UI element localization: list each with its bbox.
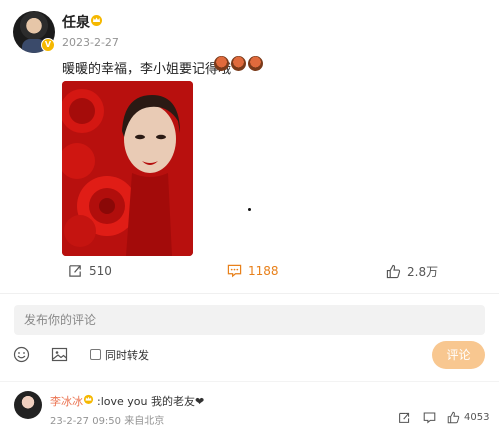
forward-button[interactable]: 510: [68, 263, 112, 278]
verified-badge-icon: V: [41, 38, 55, 52]
cake-emoji-icon: [248, 56, 263, 71]
like-button[interactable]: 2.8万: [386, 263, 438, 280]
post-date[interactable]: 2023-2-27: [62, 36, 119, 49]
post-text: 暖暖的幸福，李小姐要记得哦: [62, 62, 232, 77]
comment-input[interactable]: 发布你的评论: [14, 305, 485, 335]
comment-text: :love you 我的老友❤: [97, 395, 205, 408]
comment-like-button[interactable]: 4053: [447, 411, 489, 424]
image-icon[interactable]: [51, 346, 68, 363]
comment-icon: [423, 412, 436, 424]
crown-icon: [83, 394, 94, 404]
forward-label[interactable]: 同时转发: [105, 347, 149, 363]
forward-icon: [69, 265, 81, 277]
forward-icon: [399, 412, 410, 423]
comment-meta: 23-2-27 09:50 来自北京: [50, 416, 165, 427]
emoji-group: [214, 56, 263, 71]
forward-checkbox[interactable]: [90, 349, 101, 360]
author-name[interactable]: 任泉: [62, 12, 90, 32]
submit-comment-button[interactable]: 评论: [432, 341, 485, 369]
stray-dot: [248, 208, 251, 211]
cake-emoji-icon: [231, 56, 246, 71]
comment-like-count: 4053: [464, 412, 490, 423]
comment-forward-button[interactable]: [398, 411, 411, 424]
comment-button[interactable]: 1188: [227, 263, 279, 278]
divider: [0, 293, 499, 294]
thumbs-up-icon: [386, 264, 401, 279]
commenter-name[interactable]: 李冰冰: [50, 393, 83, 409]
emoji-icon[interactable]: [13, 346, 30, 363]
cake-emoji-icon: [214, 56, 229, 71]
comment-count: 1188: [248, 263, 279, 278]
like-count: 2.8万: [407, 265, 439, 279]
comment-reply-button[interactable]: [423, 411, 436, 424]
crown-icon: [91, 15, 102, 26]
comment-icon: [227, 264, 242, 278]
thumbs-up-icon: [447, 411, 460, 424]
forward-count: 510: [89, 263, 112, 278]
divider: [0, 381, 499, 382]
commenter-avatar[interactable]: [14, 391, 42, 419]
post-image[interactable]: [62, 81, 193, 256]
